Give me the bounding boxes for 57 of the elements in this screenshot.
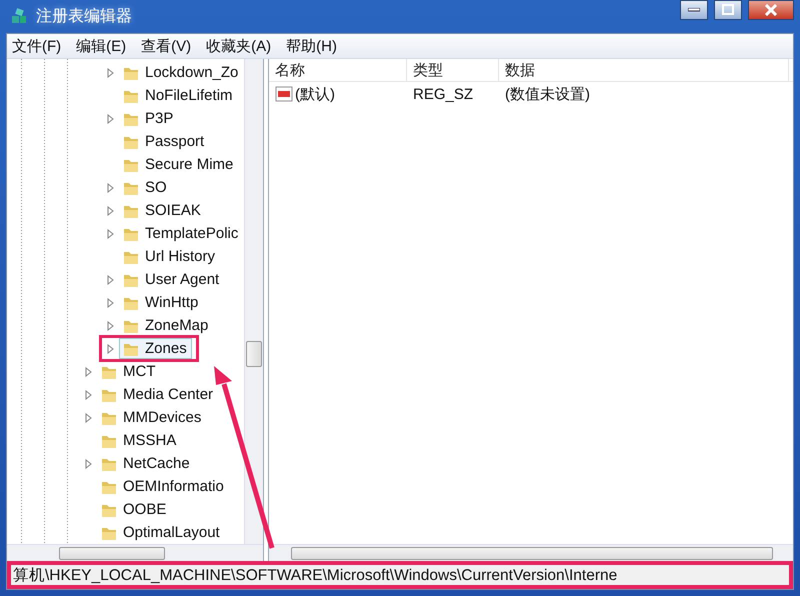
expand-icon[interactable] [85, 390, 92, 400]
tree-item[interactable]: MCT [97, 361, 160, 382]
table-cell: (默认) [269, 84, 407, 104]
expand-icon[interactable] [107, 114, 114, 124]
tree-item[interactable]: MSSHA [97, 430, 182, 451]
window-title: 注册表编辑器 [36, 6, 133, 27]
tree-item[interactable]: ZoneMap [119, 315, 214, 336]
menu-item[interactable]: 帮助(H) [286, 36, 337, 56]
horizontal-scrollbar[interactable] [269, 544, 793, 561]
column-header[interactable]: 数据 [505, 60, 535, 80]
expand-icon[interactable] [107, 298, 114, 308]
close-icon [764, 4, 778, 16]
tree-item[interactable]: OEMInformatio [97, 476, 229, 497]
expand-icon[interactable] [107, 206, 114, 216]
address-bar: 算机\HKEY_LOCAL_MACHINE\SOFTWARE\Microsoft\Windows\CurrentVersion\Interne [7, 561, 793, 589]
tree-item[interactable]: User Agent [119, 269, 224, 290]
tree-item[interactable]: NetCache [97, 453, 195, 474]
tree-item[interactable]: Url History [119, 246, 220, 267]
menu-item[interactable]: 文件(F) [12, 36, 62, 56]
tree-item[interactable]: TemplatePolic [119, 223, 244, 244]
maximize-icon [722, 4, 734, 15]
tree-item[interactable]: OptimalLayout [97, 522, 225, 543]
expand-icon[interactable] [107, 344, 114, 354]
string-value-icon [275, 85, 293, 103]
expand-icon[interactable] [107, 182, 114, 192]
tree-item[interactable]: NoFileLifetim [119, 85, 238, 106]
vertical-scrollbar[interactable] [244, 59, 263, 544]
expand-icon[interactable] [85, 412, 92, 422]
tree-item[interactable]: Lockdown_Zo [119, 62, 244, 83]
expand-icon[interactable] [85, 458, 92, 468]
minimize-button[interactable] [680, 0, 708, 20]
expand-icon[interactable] [107, 228, 114, 238]
expand-icon[interactable] [107, 320, 114, 330]
menu-item[interactable]: 收藏夹(A) [206, 36, 272, 56]
table-cell-text: (数值未设置) [504, 84, 591, 104]
tree-item[interactable]: Media Center [97, 384, 218, 405]
table-cell-text: REG_SZ [412, 86, 474, 102]
column-header[interactable]: 名称 [275, 60, 305, 80]
expand-icon[interactable] [107, 68, 114, 78]
tree-item[interactable]: WinHttp [119, 292, 204, 313]
menu-item[interactable]: 查看(V) [141, 36, 192, 56]
horizontal-scrollbar[interactable] [7, 544, 263, 561]
menu-item[interactable]: 编辑(E) [76, 36, 126, 56]
tree-item[interactable]: SOIEAK [119, 200, 206, 221]
tree-item[interactable]: Passport [119, 131, 210, 152]
minimize-icon [688, 8, 700, 12]
maximize-button[interactable] [714, 0, 742, 20]
close-button[interactable] [748, 0, 794, 20]
tree-item[interactable]: SO [119, 177, 172, 198]
expand-icon[interactable] [107, 274, 114, 284]
tree-item[interactable]: MMDevices [97, 407, 206, 428]
tree-item[interactable]: Zones [119, 338, 192, 359]
column-header[interactable]: 类型 [413, 60, 443, 80]
expand-icon[interactable] [85, 366, 92, 376]
tree-item[interactable]: P3P [119, 108, 178, 129]
tree-item[interactable]: OOBE [97, 499, 172, 520]
tree-item[interactable]: Secure Mime [119, 154, 238, 175]
